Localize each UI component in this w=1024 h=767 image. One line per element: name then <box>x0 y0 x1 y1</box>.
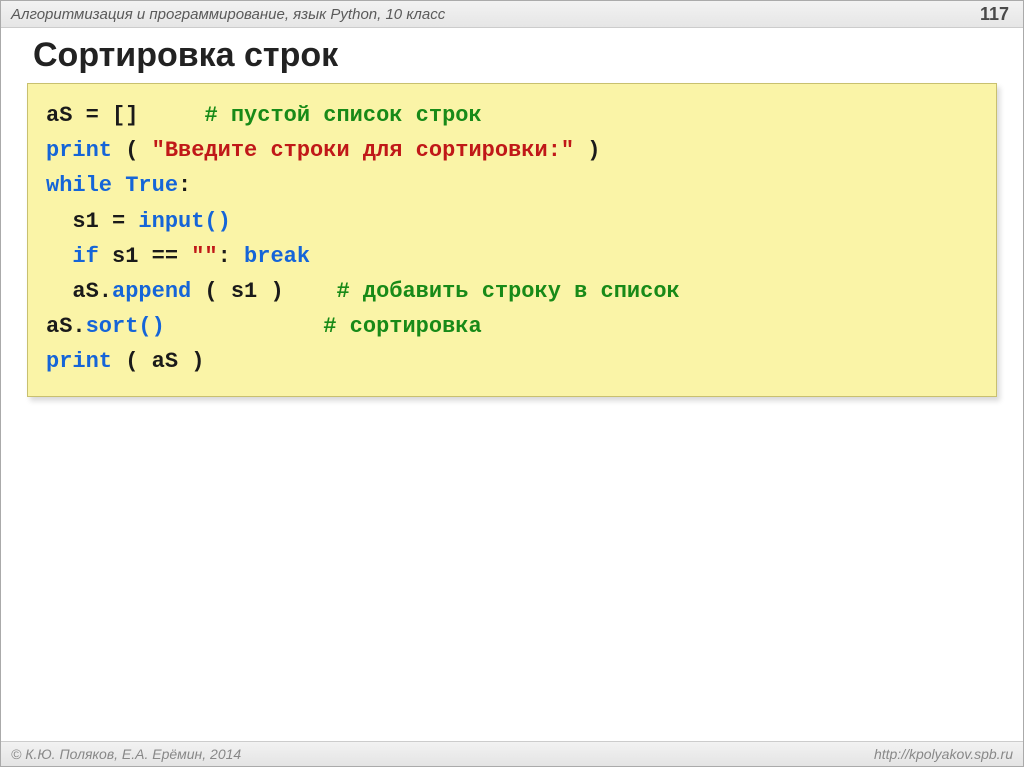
code-keyword: True <box>125 173 178 198</box>
code-comment: # сортировка <box>323 314 481 339</box>
code-string: "" <box>191 244 217 269</box>
code-keyword: sort() <box>86 314 165 339</box>
code-text <box>112 173 125 198</box>
header-title: Алгоритмизация и программирование, язык … <box>11 6 445 23</box>
slide: Алгоритмизация и программирование, язык … <box>0 0 1024 767</box>
footer-bar: © К.Ю. Поляков, Е.А. Ерёмин, 2014 http:/… <box>1 741 1023 766</box>
header-bar: Алгоритмизация и программирование, язык … <box>1 1 1023 28</box>
code-keyword: while <box>46 173 112 198</box>
slide-body: Сортировка строк aS = [] # пустой список… <box>1 28 1023 397</box>
code-keyword: break <box>244 244 310 269</box>
code-keyword: if <box>46 244 99 269</box>
code-comment: # пустой список строк <box>204 103 481 128</box>
code-text: ( aS ) <box>112 349 204 374</box>
code-text: s1 <box>46 209 99 234</box>
code-text: s1 <box>99 244 139 269</box>
code-string: "Введите строки для сортировки:" <box>152 138 574 163</box>
footer-url: http://kpolyakov.spb.ru <box>874 746 1013 762</box>
code-text <box>165 314 323 339</box>
code-text: : <box>218 244 244 269</box>
code-keyword: print <box>46 349 112 374</box>
code-text: = [] <box>72 103 204 128</box>
code-keyword: print <box>46 138 112 163</box>
footer-copyright: © К.Ю. Поляков, Е.А. Ерёмин, 2014 <box>11 746 241 762</box>
code-comment: # добавить строку в список <box>336 279 679 304</box>
code-text: : <box>178 173 191 198</box>
code-text: aS <box>46 103 72 128</box>
code-text: ( s1 ) <box>191 279 336 304</box>
code-text: = <box>99 209 139 234</box>
code-text: aS. <box>46 314 86 339</box>
code-keyword: append <box>112 279 191 304</box>
code-text: ) <box>574 138 600 163</box>
code-text: ( <box>112 138 152 163</box>
code-keyword: input() <box>138 209 230 234</box>
code-block: aS = [] # пустой список строк print ( "В… <box>27 83 997 397</box>
code-text: aS. <box>46 279 112 304</box>
code-text: == <box>138 244 191 269</box>
page-title: Сортировка строк <box>33 36 997 75</box>
page-number: 117 <box>980 4 1013 25</box>
